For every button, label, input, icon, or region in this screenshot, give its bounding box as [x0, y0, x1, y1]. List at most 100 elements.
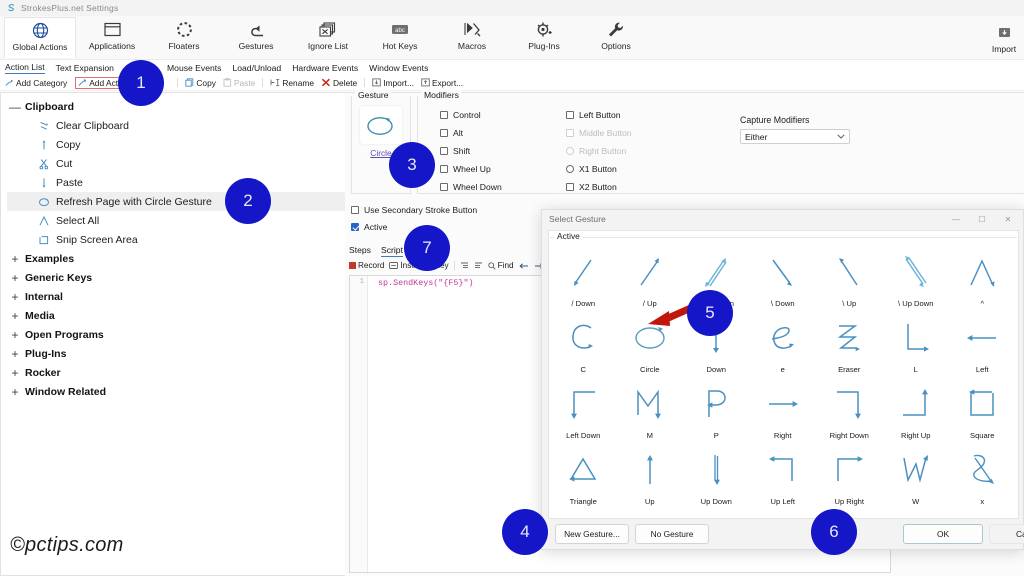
tree-category-examples[interactable]: + Examples — [7, 249, 345, 268]
list-item[interactable]: Select All — [7, 211, 345, 230]
checkbox-active[interactable]: Active — [351, 222, 387, 232]
tab-mouse-events[interactable]: Mouse Events — [167, 63, 221, 73]
gesture-cell[interactable]: Triangle — [550, 442, 617, 508]
gesture-cell[interactable]: \ Up — [816, 244, 883, 310]
gesture-cell[interactable]: \ Up Down — [883, 244, 950, 310]
gesture-cell[interactable]: ^ — [949, 244, 1016, 310]
outdent-icon[interactable] — [474, 262, 483, 270]
gesture-cell[interactable]: / Down — [550, 244, 617, 310]
list-item[interactable]: Cut — [7, 154, 345, 173]
tab-window-events[interactable]: Window Events — [369, 63, 428, 73]
ribbon-item-options[interactable]: Options — [580, 17, 652, 60]
checkbox-box[interactable] — [566, 165, 574, 173]
tree-category-rocker[interactable]: + Rocker — [7, 363, 345, 382]
gesture-cell[interactable]: Square — [949, 376, 1016, 442]
gesture-cell[interactable]: e — [750, 310, 817, 376]
checkbox-wheel-up[interactable]: Wheel Up — [440, 164, 491, 174]
export-button[interactable]: Export... — [421, 78, 463, 88]
gesture-cell[interactable]: Up Right — [816, 442, 883, 508]
ribbon-item-plug-ins[interactable]: Plug-Ins — [508, 17, 580, 60]
expand-plus-icon[interactable]: + — [9, 367, 21, 379]
expand-plus-icon[interactable]: + — [9, 386, 21, 398]
gesture-cell[interactable]: \ Down — [750, 244, 817, 310]
gesture-thumbnail[interactable] — [360, 106, 402, 144]
ok-button[interactable]: OK — [903, 524, 983, 544]
checkbox-box[interactable] — [440, 111, 448, 119]
tree-category-open-programs[interactable]: + Open Programs — [7, 325, 345, 344]
checkbox-box[interactable] — [440, 147, 448, 155]
gesture-cell[interactable]: Up — [617, 442, 684, 508]
maximize-icon[interactable]: ☐ — [969, 210, 995, 228]
expand-plus-icon[interactable]: + — [9, 329, 21, 341]
expand-plus-icon[interactable]: + — [9, 310, 21, 322]
minimize-icon[interactable]: — — [943, 210, 969, 228]
close-icon[interactable]: ✕ — [995, 210, 1021, 228]
checkbox-wheel-down[interactable]: Wheel Down — [440, 182, 502, 192]
collapse-minus-icon[interactable]: — — [9, 101, 21, 113]
back-arrow-icon[interactable] — [519, 262, 529, 270]
list-item-selected[interactable]: Refresh Page with Circle Gesture — [7, 192, 345, 211]
tab-hardware-events[interactable]: Hardware Events — [292, 63, 358, 73]
rename-button[interactable]: Rename — [270, 78, 314, 88]
new-gesture-button[interactable]: New Gesture... — [555, 524, 629, 544]
expand-plus-icon[interactable]: + — [9, 291, 21, 303]
gesture-cell[interactable]: M — [617, 376, 684, 442]
record-button[interactable]: Record — [349, 261, 384, 270]
gesture-cell[interactable]: Right — [750, 376, 817, 442]
ribbon-item-gestures[interactable]: Gestures — [220, 17, 292, 60]
checkbox-box[interactable] — [351, 206, 359, 214]
list-item[interactable]: Copy — [7, 135, 345, 154]
tree-category-clipboard[interactable]: — Clipboard — [7, 97, 345, 116]
tree-category-window-related[interactable]: + Window Related — [7, 382, 345, 401]
expand-plus-icon[interactable]: + — [9, 253, 21, 265]
gesture-cell[interactable]: Right Down — [816, 376, 883, 442]
find-button[interactable]: Find — [487, 261, 514, 270]
tab-action-list[interactable]: Action List — [5, 62, 45, 74]
checkbox-alt[interactable]: Alt — [440, 128, 463, 138]
checkbox-box[interactable] — [566, 111, 574, 119]
tab-script[interactable]: Script — [380, 245, 403, 257]
list-item[interactable]: Paste — [7, 173, 345, 192]
gesture-cell[interactable]: P — [683, 376, 750, 442]
checkbox-box[interactable] — [566, 183, 574, 191]
ribbon-item-hot-keys[interactable]: abc Hot Keys — [364, 17, 436, 60]
gesture-cell[interactable]: L — [883, 310, 950, 376]
delete-button[interactable]: Delete — [321, 78, 357, 88]
indent-icon[interactable] — [460, 262, 469, 270]
action-tree-pane[interactable]: — Clipboard Clear Clipboard Copy Cut Pas… — [0, 92, 345, 576]
gesture-cell[interactable]: x — [949, 442, 1016, 508]
ribbon-item-floaters[interactable]: Floaters — [148, 17, 220, 60]
tree-category-media[interactable]: + Media — [7, 306, 345, 325]
gesture-cell[interactable]: Left — [949, 310, 1016, 376]
capture-modifiers-dropdown[interactable]: Either — [740, 129, 850, 144]
no-gesture-button[interactable]: No Gesture — [635, 524, 709, 544]
checkbox-box[interactable] — [440, 165, 448, 173]
add-category-button[interactable]: Add Category — [5, 78, 67, 88]
tab-steps[interactable]: Steps — [349, 245, 371, 257]
ribbon-item-ignore-list[interactable]: Ignore List — [292, 17, 364, 60]
checkbox-left-button[interactable]: Left Button — [566, 110, 621, 120]
cancel-button[interactable]: Cancel — [989, 524, 1024, 544]
ribbon-item-macros[interactable]: Macros — [436, 17, 508, 60]
checkbox-box[interactable] — [440, 183, 448, 191]
import-button[interactable]: Import... — [372, 78, 414, 88]
checkbox-box[interactable] — [351, 223, 359, 231]
copy-button[interactable]: Copy — [185, 78, 216, 88]
tab-load-unload[interactable]: Load/Unload — [232, 63, 281, 73]
checkbox-use-secondary-stroke[interactable]: Use Secondary Stroke Button — [351, 205, 477, 215]
tree-category-internal[interactable]: + Internal — [7, 287, 345, 306]
gesture-cell[interactable]: Right Up — [883, 376, 950, 442]
list-item[interactable]: Snip Screen Area — [7, 230, 345, 249]
list-item[interactable]: Clear Clipboard — [7, 116, 345, 135]
checkbox-shift[interactable]: Shift — [440, 146, 470, 156]
gesture-cell[interactable]: Up Left — [750, 442, 817, 508]
tree-category-generic-keys[interactable]: + Generic Keys — [7, 268, 345, 287]
expand-plus-icon[interactable]: + — [9, 348, 21, 360]
gesture-cell[interactable]: Left Down — [550, 376, 617, 442]
gesture-cell[interactable]: Up Down — [683, 442, 750, 508]
ribbon-item-global-actions[interactable]: Global Actions — [4, 17, 76, 58]
gesture-cell[interactable]: C — [550, 310, 617, 376]
tab-text-expansion[interactable]: Text Expansion — [56, 63, 114, 73]
gesture-cell[interactable]: W — [883, 442, 950, 508]
expand-plus-icon[interactable]: + — [9, 272, 21, 284]
